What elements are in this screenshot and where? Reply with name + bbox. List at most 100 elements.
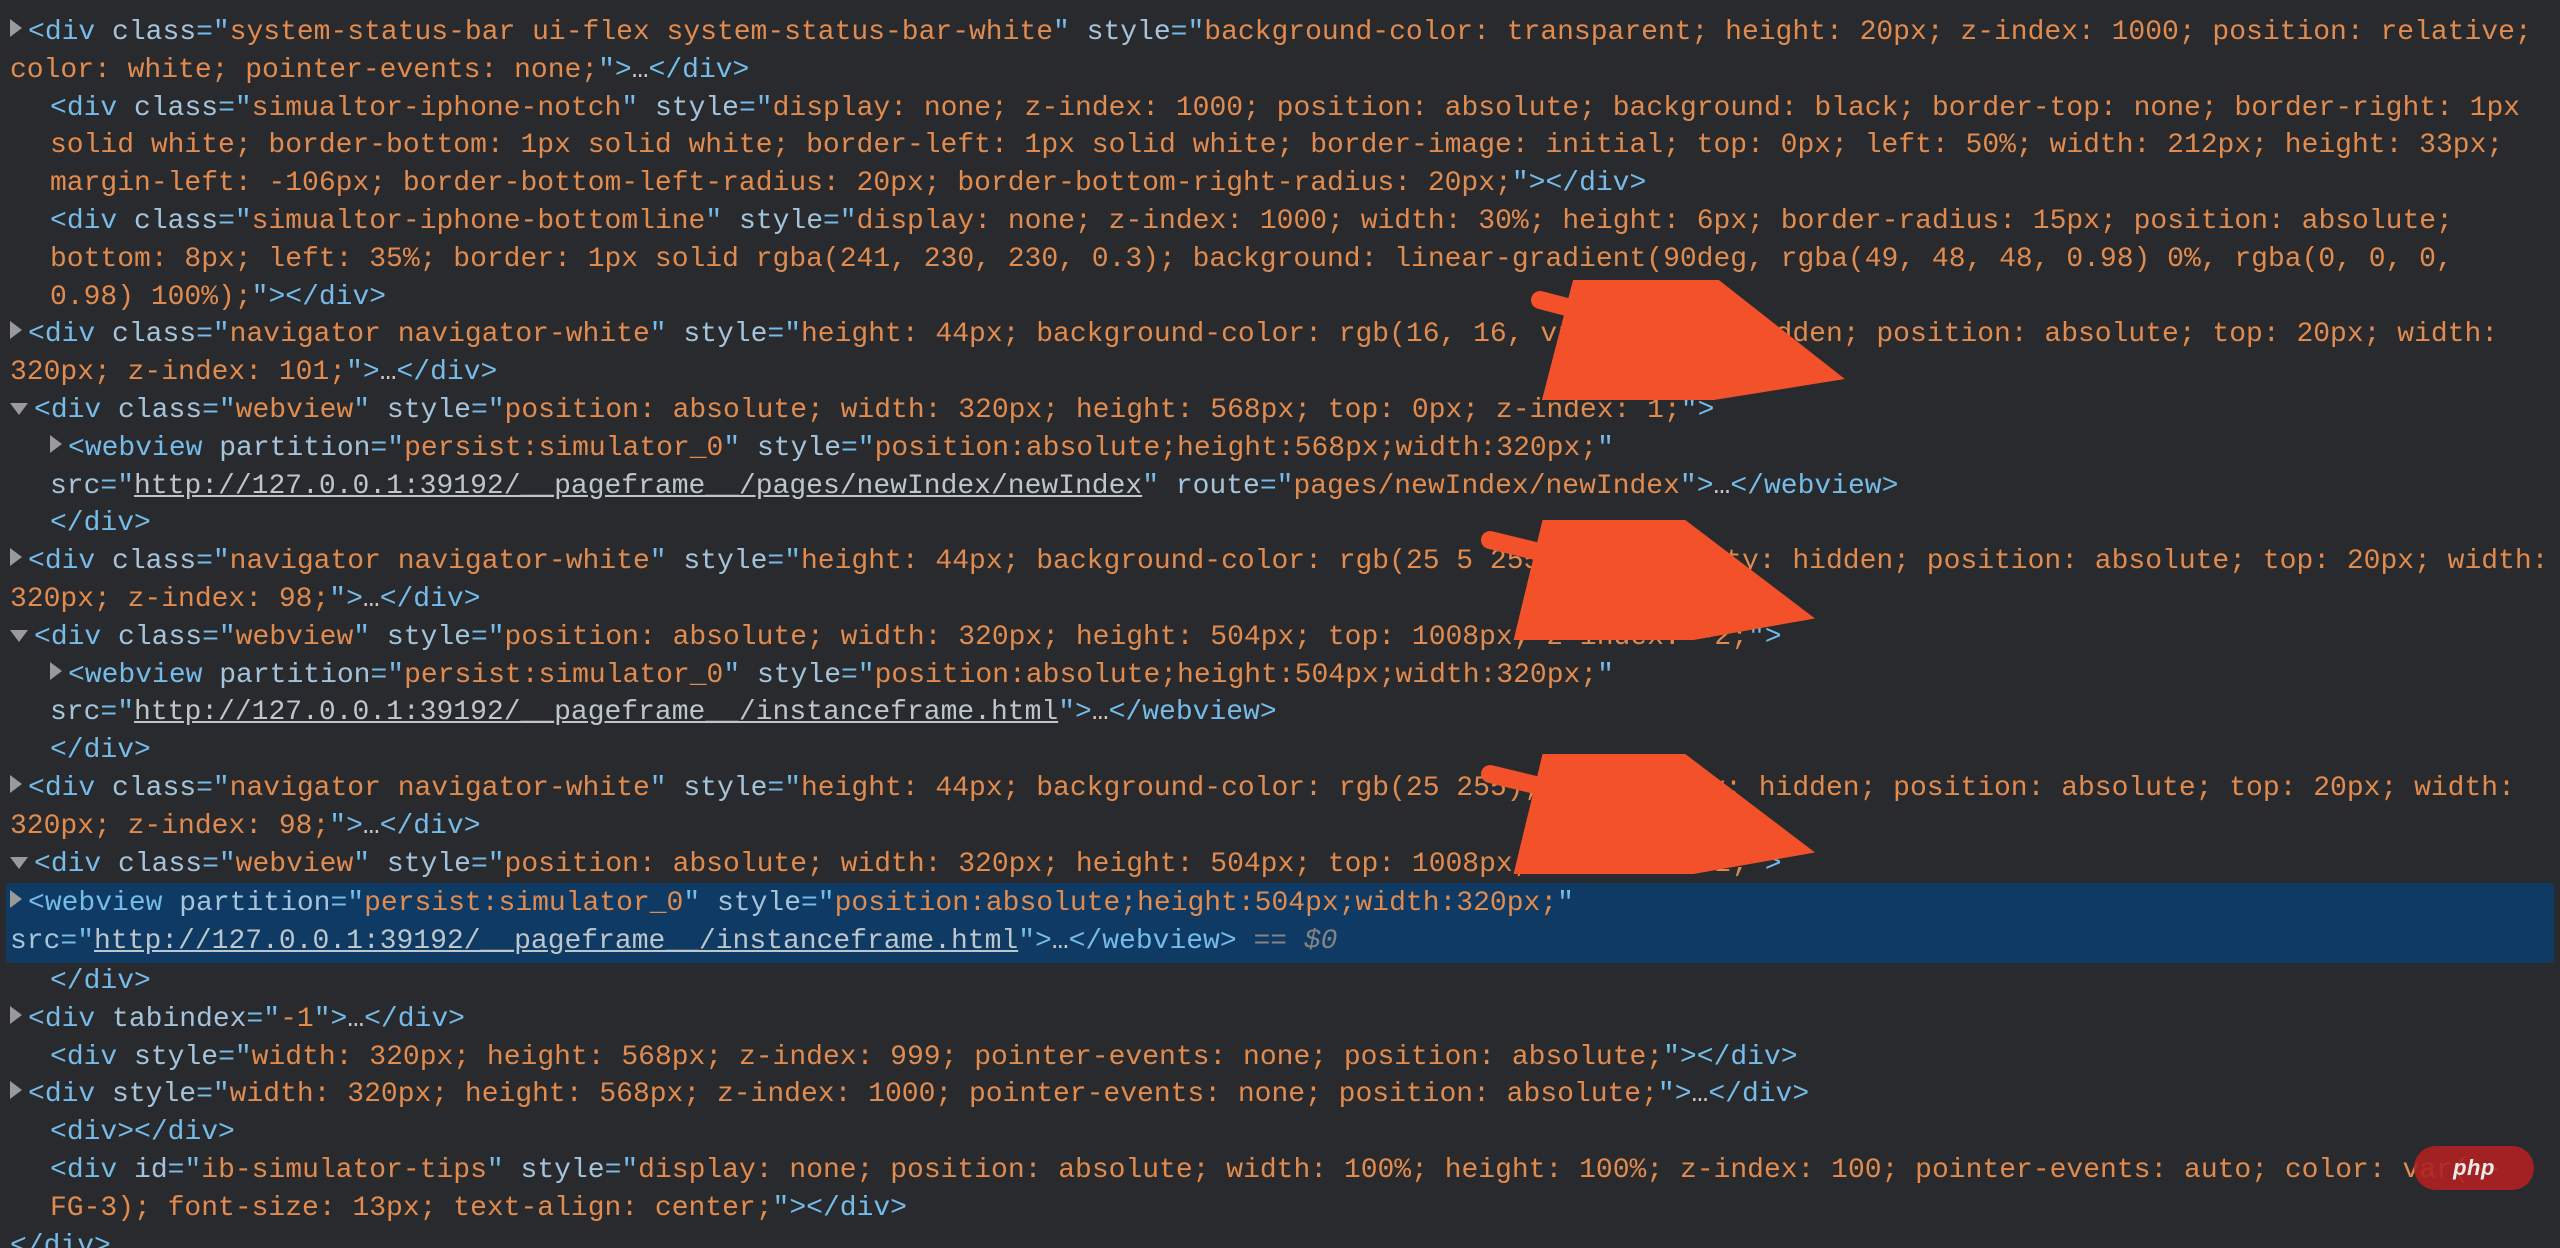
expand-caret-icon[interactable] (50, 662, 62, 680)
ellipsis[interactable]: … (380, 357, 397, 388)
dom-tree-row[interactable]: <div class="navigator navigator-white" s… (10, 316, 2550, 392)
selection-indicator: == $0 (1237, 926, 1338, 957)
attr-value: persist:simulator_0 (404, 433, 723, 464)
dom-tree-row[interactable]: <webview partition="persist:simulator_0"… (6, 883, 2554, 963)
dom-tree-row[interactable]: <div id="ib-simulator-tips" style="displ… (10, 1152, 2550, 1228)
attr-name: id (134, 1155, 168, 1186)
dom-tree-row[interactable]: <div class="webview" style="position: ab… (10, 846, 2550, 884)
dom-tree-row[interactable]: </div> (10, 732, 2550, 770)
expand-caret-icon[interactable] (10, 630, 28, 642)
attr-value: webview (236, 395, 354, 426)
open-bracket: < (50, 93, 67, 124)
closing-tag: </ (50, 735, 84, 766)
tag-name: div (51, 622, 101, 653)
devtools-elements-panel[interactable]: <div class="system-status-bar ui-flex sy… (0, 0, 2560, 1248)
closing-tag: </ (50, 966, 84, 997)
tag-name: div (51, 849, 101, 880)
ellipsis[interactable]: … (1052, 926, 1069, 957)
attr-value-link[interactable]: http://127.0.0.1:39192/__pageframe__/ins… (134, 697, 1058, 728)
attr-name: style (655, 93, 739, 124)
attr-value: system-status-bar ui-flex system-status-… (230, 17, 1053, 48)
open-bracket: < (50, 1155, 67, 1186)
tag-name: div (45, 319, 95, 350)
dom-tree-row[interactable]: <div class="navigator navigator-white" s… (10, 543, 2550, 619)
attr-name: style (387, 395, 471, 426)
attr-value: persist:simulator_0 (364, 888, 683, 919)
open-bracket: < (28, 773, 45, 804)
expand-caret-icon[interactable] (10, 857, 28, 869)
closing-tag: </ (50, 508, 84, 539)
ellipsis[interactable]: … (1714, 471, 1731, 502)
open-bracket: < (28, 888, 45, 919)
tag-name: div (67, 93, 117, 124)
open-bracket: < (50, 1117, 67, 1148)
attr-name: route (1176, 471, 1260, 502)
expand-caret-icon[interactable] (10, 321, 22, 339)
tag-name: div (67, 1042, 117, 1073)
attr-value: width: 320px; height: 568px; z-index: 99… (252, 1042, 1663, 1073)
expand-caret-icon[interactable] (10, 403, 28, 415)
ellipsis[interactable]: … (1092, 697, 1109, 728)
attr-name: class (118, 395, 202, 426)
tag-name: div (45, 17, 95, 48)
attr-name: style (717, 888, 801, 919)
expand-caret-icon[interactable] (10, 548, 22, 566)
attr-name: src (50, 697, 100, 728)
ellipsis[interactable]: … (363, 584, 380, 615)
attr-value-link[interactable]: http://127.0.0.1:39192/__pageframe__/ins… (94, 926, 1018, 957)
expand-caret-icon[interactable] (50, 435, 62, 453)
dom-tree-row[interactable]: </div> (10, 1228, 2550, 1248)
attr-name: style (1087, 17, 1171, 48)
open-bracket: < (28, 17, 45, 48)
attr-name: class (112, 17, 196, 48)
dom-tree-row[interactable]: <div class="webview" style="position: ab… (10, 392, 2550, 430)
dom-tree-row[interactable]: <div class="system-status-bar ui-flex sy… (10, 14, 2550, 90)
expand-caret-icon[interactable] (10, 1081, 22, 1099)
closing-tag: </ (10, 1231, 44, 1248)
attr-name: src (10, 926, 60, 957)
dom-tree-row[interactable]: <div class="simualtor-iphone-bottomline"… (10, 203, 2550, 316)
open-bracket: < (28, 319, 45, 350)
expand-caret-icon[interactable] (10, 1006, 22, 1024)
attr-name: style (757, 433, 841, 464)
attr-value: navigator navigator-white (230, 546, 650, 577)
attr-value: position:absolute;height:568px;width:320… (875, 433, 1598, 464)
dom-tree-row[interactable]: <div class="navigator navigator-white" s… (10, 770, 2550, 846)
tag-name: div (45, 546, 95, 577)
tag-name: div (45, 773, 95, 804)
attr-name: style (683, 546, 767, 577)
dom-tree-row[interactable]: <div style="width: 320px; height: 568px;… (10, 1039, 2550, 1077)
expand-caret-icon[interactable] (10, 890, 22, 908)
dom-tree-row[interactable]: <div tabindex="-1">…</div> (10, 1001, 2550, 1039)
dom-tree-row[interactable]: <div class="simualtor-iphone-notch" styl… (10, 90, 2550, 203)
ellipsis[interactable]: … (632, 55, 649, 86)
attr-name: class (112, 546, 196, 577)
attr-value: navigator navigator-white (230, 319, 650, 350)
dom-tree-row[interactable]: <div class="webview" style="position: ab… (10, 619, 2550, 657)
attr-name: style (757, 660, 841, 691)
attr-name: src (50, 471, 100, 502)
attr-name: style (112, 1079, 196, 1110)
attr-value: position:absolute;height:504px;width:320… (875, 660, 1598, 691)
attr-name: class (134, 93, 218, 124)
open-bracket: < (68, 433, 85, 464)
expand-caret-icon[interactable] (10, 19, 22, 37)
tag-name: div (67, 1117, 117, 1148)
ellipsis[interactable]: … (1692, 1079, 1709, 1110)
ellipsis[interactable]: … (347, 1004, 364, 1035)
tag-name: div (67, 1155, 117, 1186)
ellipsis[interactable]: … (363, 811, 380, 842)
attr-value-link[interactable]: http://127.0.0.1:39192/__pageframe__/pag… (134, 471, 1142, 502)
attr-value: pages/newIndex/newIndex (1293, 471, 1679, 502)
attr-value: position: absolute; width: 320px; height… (505, 849, 1748, 880)
dom-tree-row[interactable]: </div> (10, 505, 2550, 543)
attr-name: style (134, 1042, 218, 1073)
dom-tree-row[interactable]: <div style="width: 320px; height: 568px;… (10, 1076, 2550, 1114)
tag-name: div (51, 395, 101, 426)
dom-tree-row[interactable]: <webview partition="persist:simulator_0"… (10, 657, 2550, 733)
dom-tree-row[interactable]: <webview partition="persist:simulator_0"… (10, 430, 2550, 506)
dom-tree-row[interactable]: <div></div> (10, 1114, 2550, 1152)
open-bracket: < (50, 206, 67, 237)
expand-caret-icon[interactable] (10, 775, 22, 793)
dom-tree-row[interactable]: </div> (10, 963, 2550, 1001)
